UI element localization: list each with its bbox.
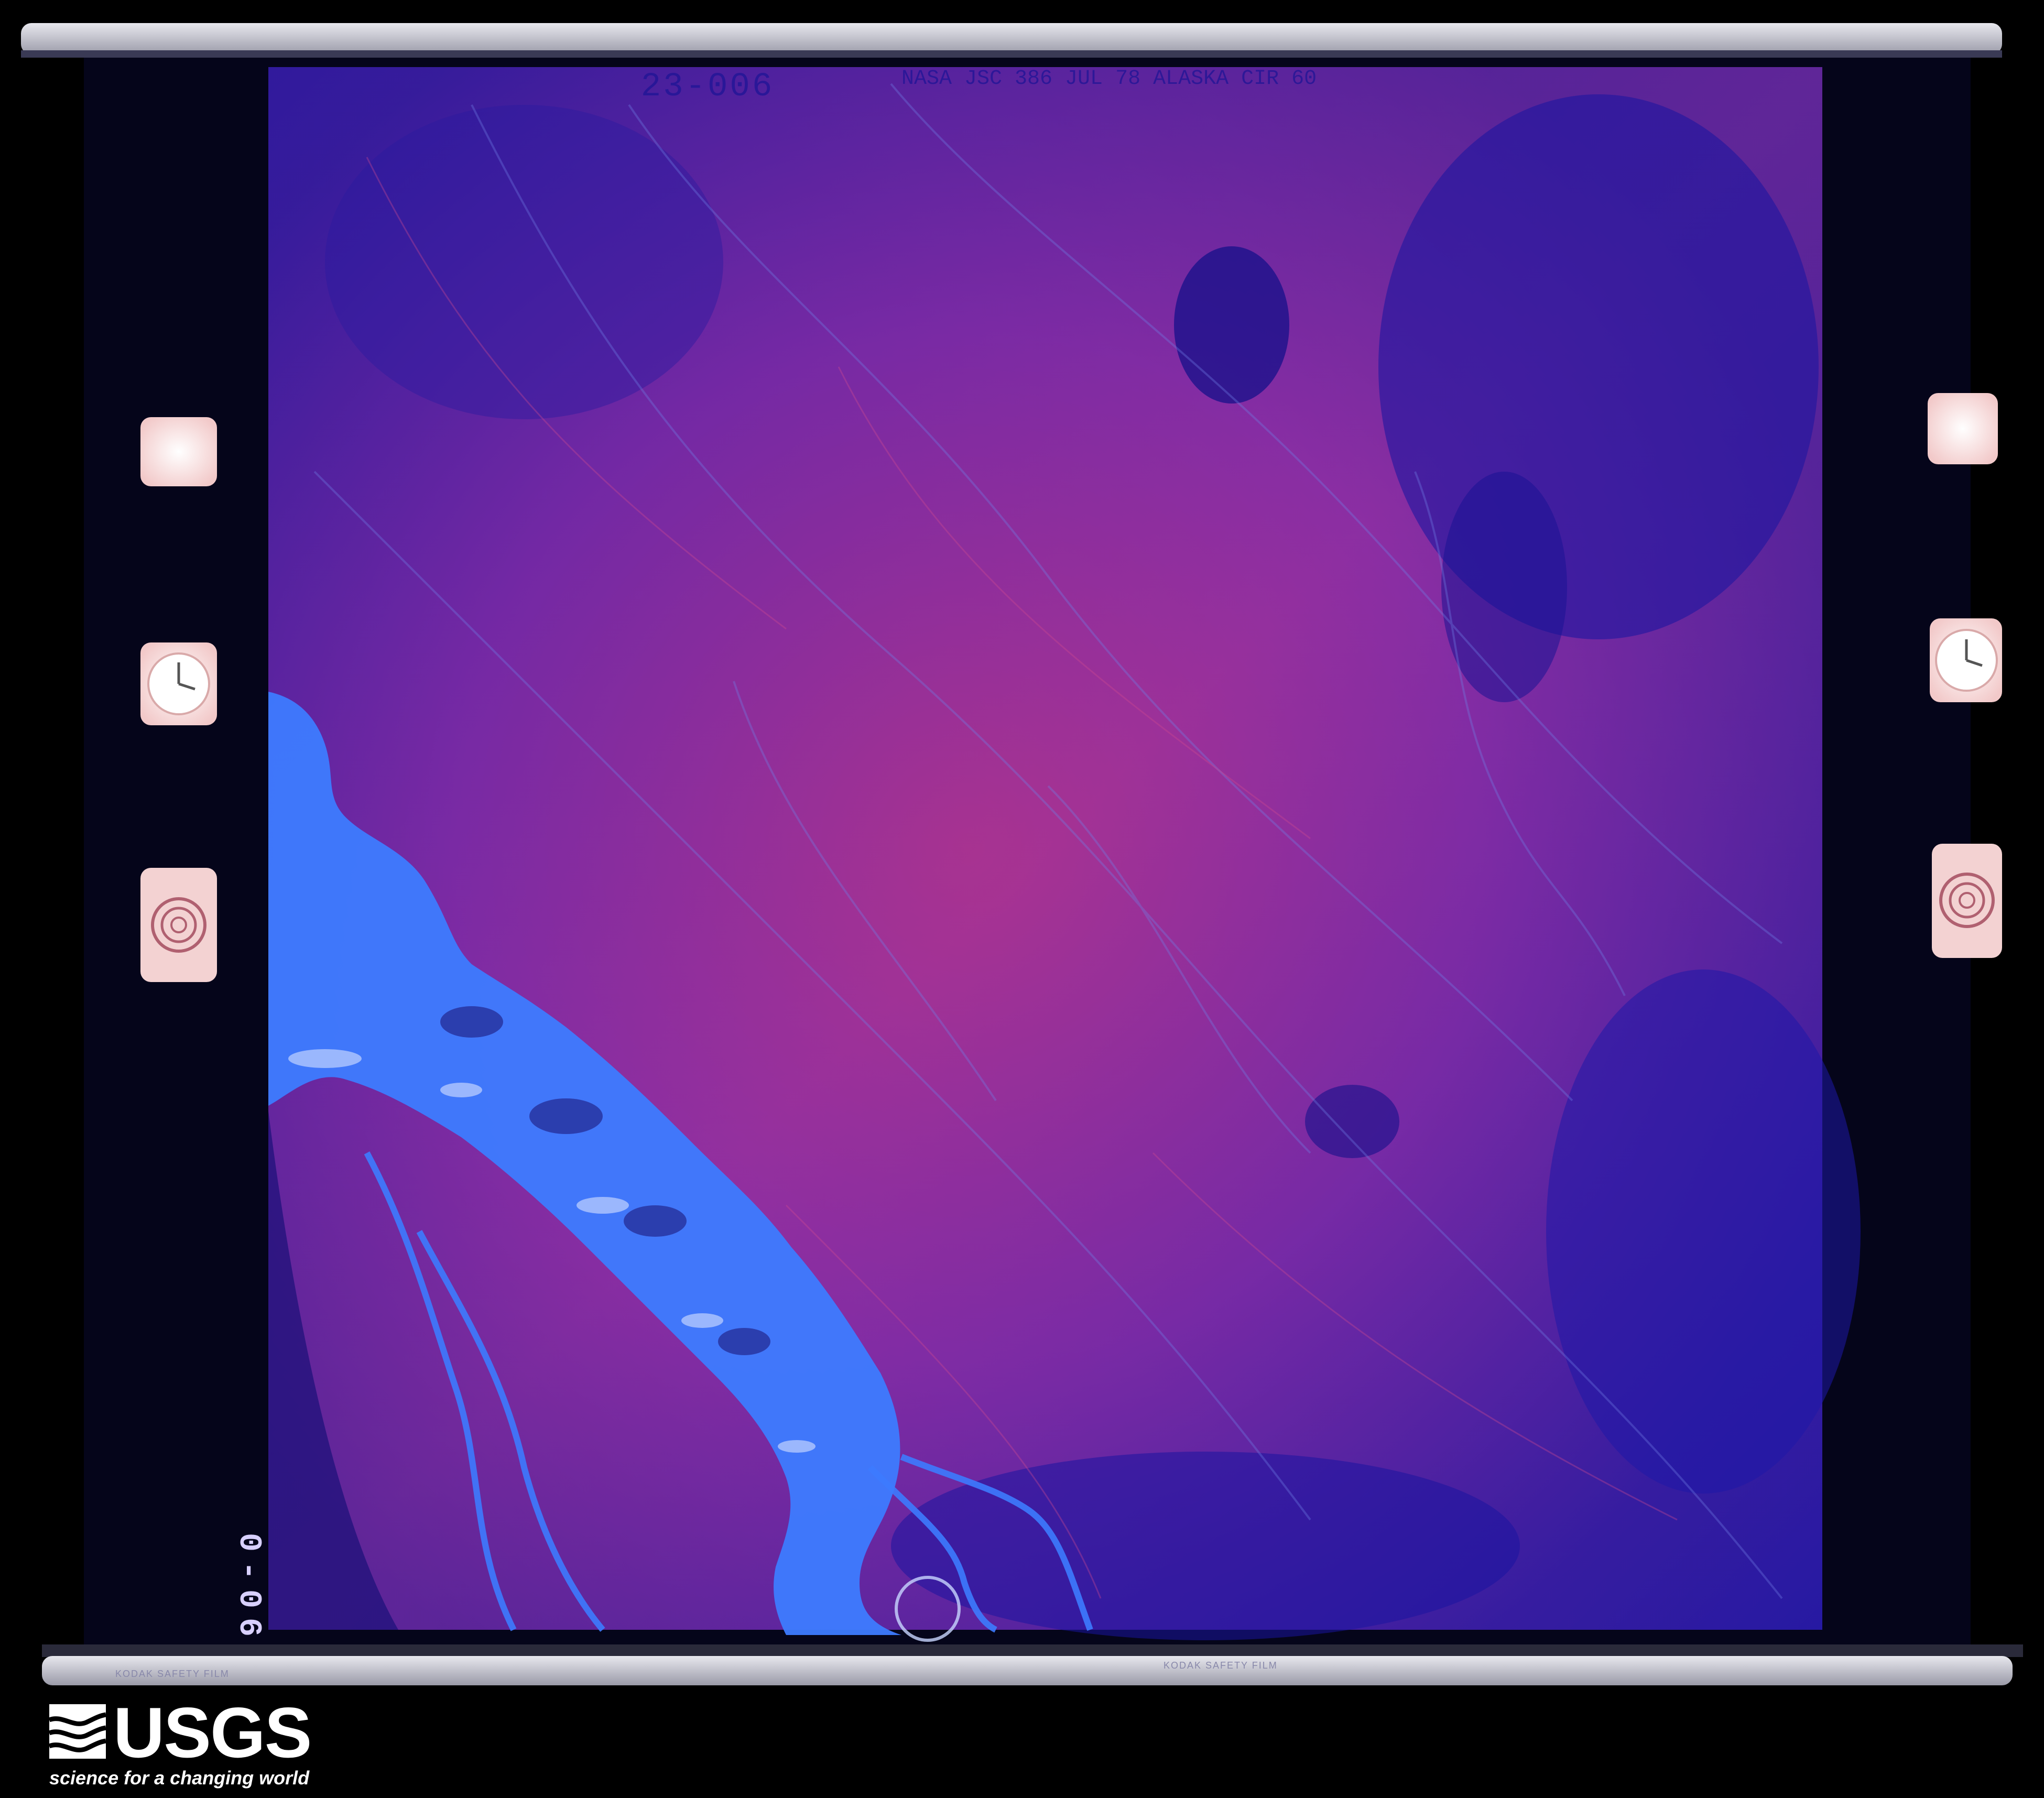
usgs-logo-text: USGS <box>113 1693 312 1772</box>
usgs-logo-mark <box>48 1704 106 1759</box>
aerial-photograph-scan <box>0 0 2044 1798</box>
edge-print-left: KODAK SAFETY FILM <box>115 1669 230 1679</box>
usgs-tagline: science for a changing world <box>49 1767 310 1789</box>
film-annotation: NASA JSC 386 JUL 78 ALASKA CIR 60 <box>901 67 1317 91</box>
side-frame-number: 0-06 <box>231 1533 266 1647</box>
edge-print-center: KODAK SAFETY FILM <box>1164 1660 1278 1671</box>
image-area <box>268 67 1861 1642</box>
film-bottom-edge <box>42 1656 2013 1685</box>
frame-number: 23-006 <box>640 68 775 106</box>
film-top-edge <box>21 23 2002 55</box>
